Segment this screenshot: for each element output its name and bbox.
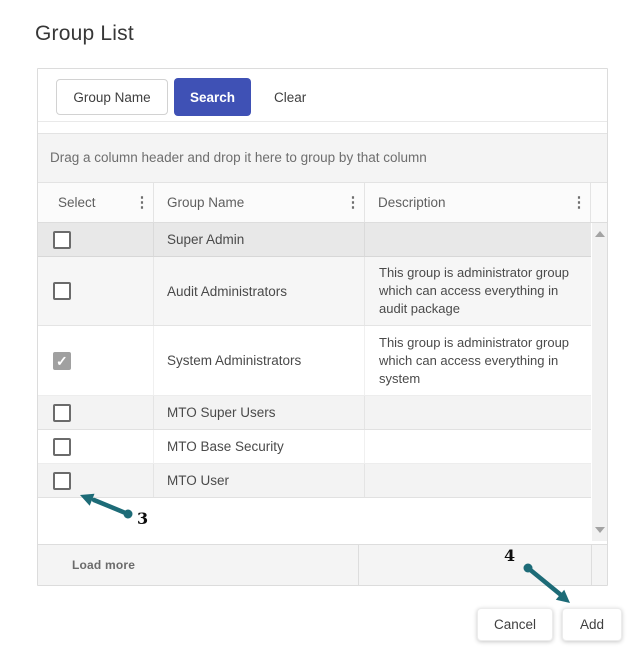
column-header-description[interactable]: Description ⋮ bbox=[365, 183, 591, 222]
grid-body: Super Admin Audit Administrators This gr… bbox=[38, 223, 607, 541]
pager-divider bbox=[358, 545, 359, 585]
table-row[interactable]: Super Admin bbox=[38, 223, 591, 257]
pager-divider bbox=[591, 545, 592, 585]
header-spacer bbox=[591, 183, 607, 222]
clear-button[interactable]: Clear bbox=[264, 78, 316, 116]
group-name-cell: Audit Administrators bbox=[154, 257, 365, 325]
kebab-menu-icon[interactable]: ⋮ bbox=[131, 195, 153, 210]
group-name-cell: Super Admin bbox=[154, 223, 365, 256]
load-more-button[interactable]: Load more bbox=[66, 545, 141, 585]
row-checkbox[interactable] bbox=[53, 438, 71, 456]
description-cell bbox=[365, 464, 591, 497]
table-row[interactable]: MTO User bbox=[38, 464, 591, 498]
scroll-down-icon[interactable] bbox=[595, 527, 605, 533]
table-row[interactable]: Audit Administrators This group is admin… bbox=[38, 257, 591, 326]
grid-header: Select ⋮ Group Name ⋮ Description ⋮ bbox=[38, 183, 607, 223]
description-cell bbox=[365, 396, 591, 429]
column-header-group-name[interactable]: Group Name ⋮ bbox=[154, 183, 365, 222]
description-cell: This group is administrator group which … bbox=[365, 326, 591, 395]
row-checkbox[interactable] bbox=[53, 231, 71, 249]
table-row[interactable]: MTO Base Security bbox=[38, 430, 591, 464]
column-header-select[interactable]: Select ⋮ bbox=[38, 183, 154, 222]
column-label: Select bbox=[58, 195, 131, 210]
column-label: Group Name bbox=[167, 195, 342, 210]
group-name-cell: MTO User bbox=[154, 464, 365, 497]
group-by-drop-area[interactable]: Drag a column header and drop it here to… bbox=[38, 133, 607, 183]
description-cell: This group is administrator group which … bbox=[365, 257, 591, 325]
group-name-button[interactable]: Group Name bbox=[56, 79, 168, 115]
row-checkbox[interactable] bbox=[53, 352, 71, 370]
kebab-menu-icon[interactable]: ⋮ bbox=[342, 195, 364, 210]
annotation-label-4: 4 bbox=[504, 546, 515, 565]
search-toolbar: Group Name Search Clear bbox=[38, 69, 607, 122]
vertical-scrollbar[interactable] bbox=[592, 223, 607, 541]
group-name-cell: MTO Super Users bbox=[154, 396, 365, 429]
scroll-up-icon[interactable] bbox=[595, 231, 605, 237]
page-title: Group List bbox=[35, 22, 134, 46]
description-cell bbox=[365, 223, 591, 256]
cancel-button[interactable]: Cancel bbox=[477, 608, 553, 641]
group-name-cell: System Administrators bbox=[154, 326, 365, 395]
group-list-dialog: Group List Group Name Search Clear Drag … bbox=[0, 0, 643, 648]
add-button[interactable]: Add bbox=[562, 608, 622, 641]
group-list-panel: Group Name Search Clear Drag a column he… bbox=[37, 68, 608, 586]
column-label: Description bbox=[378, 195, 568, 210]
mto-user-checkbox[interactable] bbox=[53, 472, 71, 490]
search-button[interactable]: Search bbox=[174, 78, 251, 116]
group-name-cell: MTO Base Security bbox=[154, 430, 365, 463]
row-checkbox[interactable] bbox=[53, 282, 71, 300]
grid-pager: Load more bbox=[38, 544, 607, 585]
description-cell bbox=[365, 430, 591, 463]
annotation-label-3: 3 bbox=[137, 509, 148, 528]
table-row[interactable]: System Administrators This group is admi… bbox=[38, 326, 591, 396]
row-checkbox[interactable] bbox=[53, 404, 71, 422]
table-row[interactable]: MTO Super Users bbox=[38, 396, 591, 430]
kebab-menu-icon[interactable]: ⋮ bbox=[568, 195, 590, 210]
